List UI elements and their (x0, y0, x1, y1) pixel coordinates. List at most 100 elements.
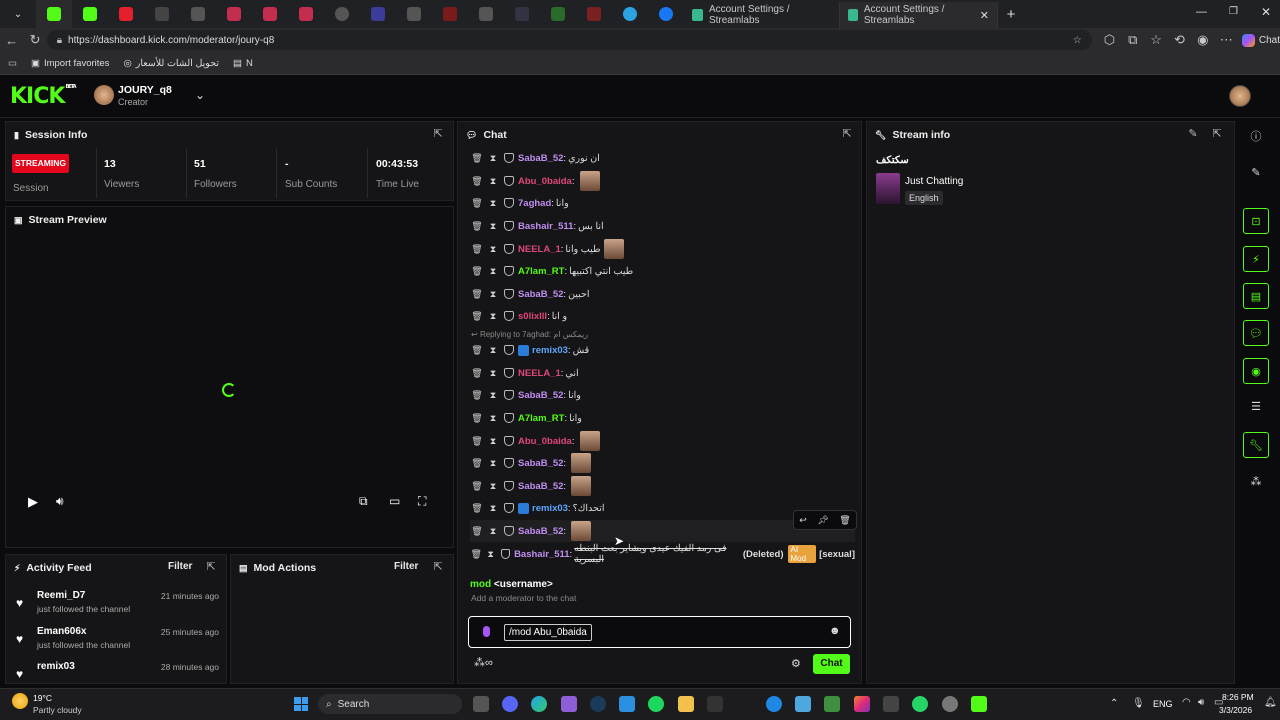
timeout-icon[interactable]: ⧗ (486, 311, 500, 322)
trash-icon[interactable]: 🗑︎ (470, 176, 484, 187)
trash-icon[interactable]: 🗑︎ (470, 311, 484, 322)
timeout-icon[interactable]: ⧗ (486, 244, 500, 255)
trash-icon[interactable]: 🗑︎ (470, 458, 484, 469)
activity-filter-button[interactable]: Filter (168, 561, 192, 572)
favorite-item[interactable]: ▤ N (233, 58, 253, 69)
maximize-icon[interactable]: ❐ (1229, 6, 1238, 17)
timeout-icon[interactable]: ⧗ (486, 526, 500, 537)
trash-icon[interactable]: 🗑︎ (470, 526, 484, 537)
chat-input-field[interactable]: /mod Abu_0baida (504, 624, 592, 641)
settings-icon[interactable] (942, 696, 958, 712)
chat-settings-icon[interactable]: ⚙ (791, 657, 801, 670)
extensions-icon[interactable]: ⬡ (1098, 28, 1121, 52)
chat-message[interactable]: 🗑︎ ⧗ A7lam_RT: وانا (470, 407, 855, 429)
notes-icon[interactable]: ▤ (1243, 283, 1269, 309)
fullscreen-icon[interactable]: ⛶ (418, 494, 426, 509)
chat-message[interactable]: 🗑︎ ⧗ remix03: قش (470, 339, 855, 361)
chat-message[interactable]: 🗑︎ ⧗ SabaB_52: (470, 452, 855, 474)
chat-extras-icon[interactable]: ⁂∞ (474, 656, 493, 669)
chat-username[interactable]: NEELA_1 (518, 368, 561, 379)
timeout-icon[interactable]: ⧗ (486, 198, 500, 209)
tab-generic-icon[interactable] (576, 0, 612, 28)
favorites-icon[interactable]: ☆ (1144, 28, 1167, 52)
trash-icon[interactable]: 🗑︎ (470, 244, 484, 255)
trash-icon[interactable]: 🗑︎ (470, 221, 484, 232)
chat-username[interactable]: Abu_0baida (518, 176, 572, 187)
miniplayer-icon[interactable]: ⧉ (359, 494, 368, 509)
timeout-icon[interactable]: ⧗ (486, 458, 500, 469)
chat-username[interactable]: A7lam_RT (518, 266, 564, 277)
channel-switch-chevron-icon[interactable]: ⌄ (195, 88, 205, 102)
chat-message[interactable]: 🗑︎ ⧗ SabaB_52: احبين (470, 283, 855, 305)
timeout-icon[interactable]: ⧗ (486, 266, 500, 277)
chat-message[interactable]: 🗑︎ ⧗ SabaB_52: (470, 475, 855, 497)
notification-icon[interactable]: 🔔︎ (1264, 697, 1277, 708)
popout-icon[interactable]: ⇱ (840, 127, 854, 141)
tab-generic-icon[interactable] (252, 0, 288, 28)
close-window-icon[interactable]: ✕ (1261, 5, 1271, 19)
url-field[interactable]: 🔒︎ https://dashboard.kick.com/moderator/… (46, 30, 1092, 50)
chat-username[interactable]: SabaB_52 (518, 481, 563, 492)
tab-generic-icon[interactable] (360, 0, 396, 28)
chat-bubble-icon[interactable]: 💬︎ (1243, 320, 1269, 346)
timeout-icon[interactable]: ⧗ (486, 368, 500, 379)
pencil-icon[interactable]: ✎ (1248, 166, 1264, 182)
star-icon[interactable]: ☆ (1073, 35, 1082, 46)
trash-icon[interactable]: 🗑︎ (470, 289, 484, 300)
tab-generic-icon[interactable] (288, 0, 324, 28)
chat-message[interactable]: 🗑︎ ⧗ SabaB_52: وانا (470, 384, 855, 406)
terminal-icon[interactable] (707, 696, 723, 712)
timeout-icon[interactable]: ⧗ (486, 481, 500, 492)
emoji-icon[interactable]: ☻ (829, 625, 841, 637)
vscode-icon[interactable] (619, 696, 635, 712)
new-tab-button[interactable]: + (998, 6, 1024, 23)
command-suggestion[interactable]: mod <username> (470, 579, 553, 590)
tab-streamlabs-2[interactable]: Account Settings / Streamlabs ✕ (840, 2, 998, 28)
chat-username[interactable]: SabaB_52 (518, 526, 563, 537)
tab-globe-icon[interactable] (324, 0, 360, 28)
chat-message[interactable]: 🗑︎ ⧗ NEELA_1: اني (470, 362, 855, 384)
chat-username[interactable]: Bashair_511 (514, 549, 569, 560)
trash-icon[interactable]: 🗑︎ (470, 368, 484, 379)
taskbar-search[interactable]: ⌕ Search (318, 694, 462, 714)
chat-message[interactable]: 🗑︎ ⧗ Abu_0baida: (470, 430, 855, 452)
trash-icon[interactable]: 🗑︎ (839, 515, 850, 526)
chat-input-box[interactable]: /mod Abu_0baida ☻ (468, 616, 851, 648)
console-icon[interactable] (883, 696, 899, 712)
trash-icon[interactable]: 🗑︎ (470, 198, 484, 209)
tab-generic-icon[interactable] (180, 0, 216, 28)
popout-icon[interactable]: ⇱ (431, 560, 445, 574)
tab-telegram-icon[interactable] (612, 0, 648, 28)
chat-username[interactable]: remix03 (532, 503, 568, 514)
more-icon[interactable]: ⋯ (1215, 28, 1238, 52)
popout-icon[interactable]: ⇱ (204, 560, 218, 574)
timeout-icon[interactable]: ⧗ (486, 345, 500, 356)
chat-message[interactable]: 🗑︎ ⧗ 7aghad: وانا (470, 192, 855, 214)
profile-icon[interactable]: ◉ (1191, 28, 1214, 52)
chat-username[interactable]: s0lixlll (518, 311, 547, 322)
trash-icon[interactable]: 🗑︎ (470, 345, 484, 356)
share-icon[interactable]: ⁂ (1248, 475, 1264, 491)
timeout-icon[interactable]: ⧗ (486, 289, 500, 300)
category-name[interactable]: Just Chatting (905, 176, 963, 187)
trash-icon[interactable]: 🗑︎ (470, 549, 482, 560)
trash-icon[interactable]: 🗑︎ (470, 266, 484, 277)
sidebar-toggle-icon[interactable]: ▭ (8, 58, 17, 69)
tab-kick-icon[interactable] (72, 0, 108, 28)
tab-generic-icon[interactable] (504, 0, 540, 28)
kick-app-icon[interactable] (971, 696, 987, 712)
trash-icon[interactable]: 🗑︎ (470, 413, 484, 424)
layout-icon[interactable]: ☰ (1248, 400, 1264, 416)
language-indicator[interactable]: ENG (1153, 699, 1173, 709)
tab-kick-active-icon[interactable] (36, 0, 72, 28)
tab-generic-icon[interactable] (216, 0, 252, 28)
weather-icon[interactable] (12, 693, 28, 709)
refresh-icon[interactable]: ↻ (23, 28, 46, 52)
tab-generic-icon[interactable] (468, 0, 504, 28)
notepad-icon[interactable] (795, 696, 811, 712)
send-chat-button[interactable]: Chat (813, 654, 850, 674)
chat-username[interactable]: Abu_0baida (518, 436, 572, 447)
instagram-icon[interactable] (854, 696, 870, 712)
tab-youtube-icon[interactable] (108, 0, 144, 28)
chat-message[interactable]: 🗑︎ ⧗ Bashair_511: فى رمد الفيك عيدى ويشاير … (470, 543, 855, 565)
